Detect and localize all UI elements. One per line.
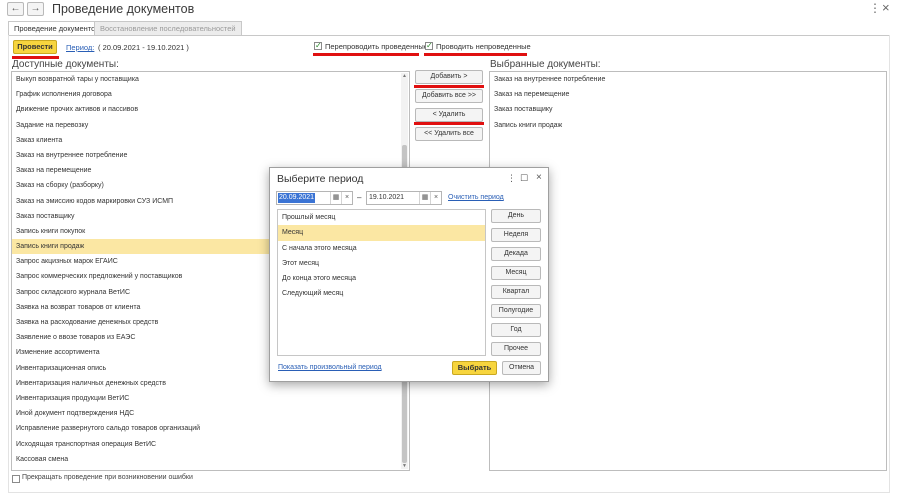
period-type-button[interactable]: Неделя bbox=[491, 228, 541, 242]
date-from-value[interactable]: 20.09.2021 bbox=[278, 193, 316, 203]
available-list-item[interactable]: Задание на перевозку bbox=[12, 118, 409, 133]
cancel-button[interactable]: Отмена bbox=[502, 361, 541, 375]
period-preset-item[interactable]: Следующий месяц bbox=[278, 286, 485, 301]
period-items-container: Прошлый месяц Месяц С начала этого месяца Э… bbox=[278, 210, 485, 302]
period-value: ( 20.09.2021 - 19.10.2021 ) bbox=[98, 43, 189, 52]
dialog-close-icon[interactable]: × bbox=[536, 172, 542, 183]
tab-sequence-restore[interactable]: Восстановление последовательностей bbox=[94, 21, 242, 36]
post-unposted-checkbox-label[interactable]: Проводить непроведенные bbox=[436, 42, 531, 51]
highlight-underline-unposted bbox=[424, 53, 527, 56]
post-unposted-checkbox[interactable]: ✓ bbox=[425, 42, 433, 50]
remove-all-button[interactable]: << Удалить все bbox=[415, 127, 483, 141]
clear-date-icon[interactable]: × bbox=[430, 192, 441, 204]
selected-list-item[interactable]: Заказ поставщику bbox=[490, 102, 886, 117]
back-button[interactable]: ← bbox=[7, 2, 24, 16]
selected-items-container: Заказ на внутреннее потребление Заказ на … bbox=[490, 72, 886, 133]
dialog-title: Выберите период bbox=[277, 173, 364, 185]
selected-list-item[interactable]: Запись книги продаж bbox=[490, 118, 886, 133]
period-preset-item[interactable]: Месяц bbox=[278, 225, 485, 241]
custom-period-link[interactable]: Показать произвольный период bbox=[278, 364, 382, 371]
forward-arrow-icon: → bbox=[30, 3, 41, 14]
period-type-button[interactable]: Декада bbox=[491, 247, 541, 261]
available-list-item[interactable]: График исполнения договора bbox=[12, 87, 409, 102]
select-button[interactable]: Выбрать bbox=[452, 361, 497, 375]
period-type-button[interactable]: Прочее bbox=[491, 342, 541, 356]
post-button[interactable]: Провести bbox=[13, 40, 57, 54]
highlight-underline-remove bbox=[414, 122, 484, 125]
forward-button[interactable]: → bbox=[27, 2, 44, 16]
calendar-icon[interactable]: ▦ bbox=[330, 192, 341, 204]
available-list-item[interactable]: Исправление развернутого сальдо товаров … bbox=[12, 421, 409, 436]
available-list-item[interactable]: Заказ на внутреннее потребление bbox=[12, 148, 409, 163]
period-dialog: Выберите период ⋮ ☐ × 20.09.2021 ▦ × – 1… bbox=[269, 167, 549, 382]
period-preset-item[interactable]: С начала этого месяца bbox=[278, 241, 485, 256]
available-list-item[interactable]: Инвентаризация продукции ВетИС bbox=[12, 391, 409, 406]
date-from-field[interactable]: 20.09.2021 ▦ × bbox=[276, 191, 353, 205]
back-arrow-icon: ← bbox=[10, 3, 21, 14]
clear-period-link[interactable]: Очистить период bbox=[448, 194, 504, 201]
selected-list-item[interactable]: Заказ на перемещение bbox=[490, 87, 886, 102]
clear-date-icon[interactable]: × bbox=[341, 192, 352, 204]
period-type-button[interactable]: День bbox=[491, 209, 541, 223]
check-icon: ✓ bbox=[315, 41, 322, 50]
window-close-icon[interactable]: × bbox=[882, 0, 890, 15]
tab-posting[interactable]: Проведение документов bbox=[8, 21, 106, 36]
date-to-value[interactable]: 19.10.2021 bbox=[368, 193, 405, 203]
stop-on-error-checkbox[interactable] bbox=[12, 475, 20, 483]
add-all-button[interactable]: Добавить все >> bbox=[415, 89, 483, 103]
repost-checkbox[interactable]: ✓ bbox=[314, 42, 322, 50]
check-icon: ✓ bbox=[426, 41, 433, 50]
period-preset-item[interactable]: Этот месяц bbox=[278, 256, 485, 271]
available-list-item[interactable]: Выкуп возвратной тары у поставщика bbox=[12, 72, 409, 87]
window-title: Проведение документов bbox=[52, 2, 195, 16]
highlight-underline-repost bbox=[313, 53, 419, 56]
date-dash: – bbox=[357, 193, 362, 202]
scroll-up-icon[interactable]: ▲ bbox=[401, 73, 408, 79]
dialog-maximize-icon[interactable]: ☐ bbox=[520, 173, 528, 184]
period-preset-item[interactable]: Прошлый месяц bbox=[278, 210, 485, 225]
available-list-item[interactable]: Кассовая смена bbox=[12, 452, 409, 467]
available-documents-heading: Доступные документы: bbox=[12, 59, 119, 70]
period-preset-item[interactable]: До конца этого месяца bbox=[278, 271, 485, 286]
period-type-button[interactable]: Полугодие bbox=[491, 304, 541, 318]
available-list-item[interactable]: Исходящая транспортная операция ВетИС bbox=[12, 437, 409, 452]
stop-on-error-label[interactable]: Прекращать проведение при возникновении … bbox=[22, 474, 193, 481]
available-list-item[interactable]: Заказ клиента bbox=[12, 133, 409, 148]
period-preset-list[interactable]: Прошлый месяц Месяц С начала этого месяца Э… bbox=[277, 209, 486, 356]
selected-list-item[interactable]: Заказ на внутреннее потребление bbox=[490, 72, 886, 87]
highlight-underline-add bbox=[414, 85, 484, 88]
period-link[interactable]: Период: bbox=[66, 43, 94, 52]
selected-documents-heading: Выбранные документы: bbox=[490, 59, 601, 70]
period-type-button[interactable]: Год bbox=[491, 323, 541, 337]
repost-checkbox-label[interactable]: Перепроводить проведенные bbox=[325, 42, 428, 51]
date-to-field[interactable]: 19.10.2021 ▦ × bbox=[366, 191, 442, 205]
available-list-item[interactable]: Иной документ подтверждения НДС bbox=[12, 406, 409, 421]
dialog-more-icon[interactable]: ⋮ bbox=[507, 173, 516, 184]
calendar-icon[interactable]: ▦ bbox=[419, 192, 430, 204]
more-menu-icon[interactable]: ⋮ bbox=[869, 1, 881, 15]
period-type-button[interactable]: Месяц bbox=[491, 266, 541, 280]
available-list-item[interactable]: Движение прочих активов и пассивов bbox=[12, 102, 409, 117]
scroll-down-icon[interactable]: ▼ bbox=[401, 463, 408, 469]
add-button[interactable]: Добавить > bbox=[415, 70, 483, 84]
period-type-button[interactable]: Квартал bbox=[491, 285, 541, 299]
remove-button[interactable]: < Удалить bbox=[415, 108, 483, 122]
